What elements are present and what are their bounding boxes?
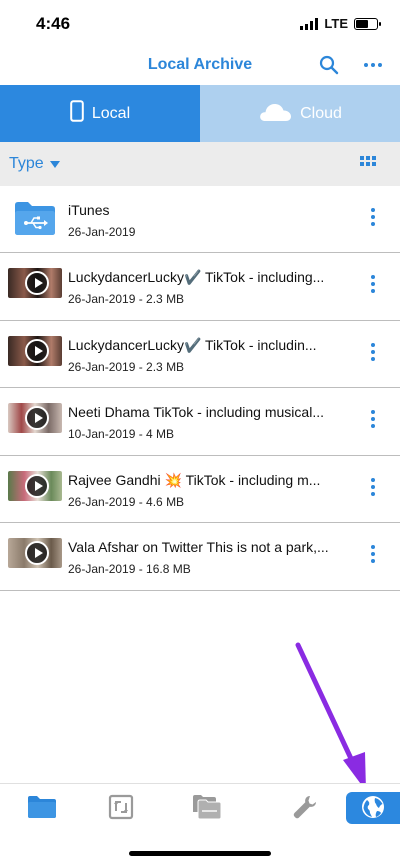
more-horizontal-icon[interactable] bbox=[362, 56, 384, 74]
play-icon bbox=[25, 473, 49, 498]
more-vertical-icon[interactable] bbox=[366, 342, 380, 363]
file-name: LuckydancerLucky✔️ TikTok - including... bbox=[68, 269, 325, 285]
segment-cloud[interactable]: Cloud bbox=[200, 85, 400, 142]
file-name: Rajvee Gandhi 💥 TikTok - including m... bbox=[68, 471, 321, 488]
globe-icon[interactable] bbox=[352, 787, 394, 827]
video-thumbnail bbox=[8, 470, 62, 501]
list-item[interactable]: Neeti Dhama TikTok - including musical..… bbox=[0, 388, 400, 456]
more-vertical-icon[interactable] bbox=[366, 545, 380, 565]
file-meta: 26-Jan-2019 - 2.3 MB bbox=[68, 359, 185, 374]
search-icon[interactable] bbox=[318, 54, 340, 76]
play-icon bbox=[25, 541, 49, 565]
files-icon[interactable] bbox=[186, 787, 228, 827]
nav-bar: Local Archive bbox=[0, 48, 400, 84]
type-filter-button[interactable]: Type bbox=[9, 155, 60, 173]
video-thumbnail bbox=[8, 335, 62, 366]
file-meta: 26-Jan-2019 bbox=[68, 225, 136, 239]
file-name: Neeti Dhama TikTok - including musical..… bbox=[68, 404, 324, 420]
list-item[interactable]: iTunes 26-Jan-2019 bbox=[0, 186, 400, 253]
segment-local[interactable]: Local bbox=[0, 85, 200, 142]
grid-view-icon[interactable] bbox=[360, 156, 376, 170]
signal-icon bbox=[300, 17, 319, 30]
file-name: iTunes bbox=[68, 202, 110, 218]
file-name: LuckydancerLucky✔️ TikTok - includin... bbox=[68, 336, 317, 353]
file-meta: 26-Jan-2019 - 4.6 MB bbox=[68, 494, 185, 509]
status-bar: 4:46 LTE bbox=[0, 0, 400, 48]
type-filter-label: Type bbox=[9, 155, 44, 172]
play-icon bbox=[25, 271, 49, 295]
file-meta: 10-Jan-2019 - 4 MB bbox=[68, 427, 175, 441]
more-vertical-icon[interactable] bbox=[366, 208, 380, 228]
segment-local-label: Local bbox=[91, 104, 131, 122]
video-thumbnail bbox=[8, 403, 62, 433]
more-vertical-icon[interactable] bbox=[366, 477, 380, 498]
list-item[interactable]: Vala Afshar on Twitter This is not a par… bbox=[0, 523, 400, 591]
battery-icon bbox=[354, 17, 381, 30]
list-item[interactable]: LuckydancerLucky✔️ TikTok - including...… bbox=[0, 253, 400, 321]
play-icon bbox=[25, 406, 49, 430]
storage-segmented-control: Local Cloud bbox=[0, 85, 400, 142]
video-thumbnail bbox=[8, 268, 62, 298]
network-label: LTE bbox=[324, 16, 348, 31]
caret-down-icon bbox=[49, 160, 60, 168]
status-time: 4:46 bbox=[36, 14, 71, 33]
folder-icon[interactable] bbox=[21, 787, 63, 827]
cloud-icon bbox=[258, 100, 292, 127]
wrench-icon[interactable] bbox=[284, 787, 326, 827]
video-thumbnail bbox=[8, 538, 62, 568]
file-meta: 26-Jan-2019 - 16.8 MB bbox=[68, 562, 191, 576]
battery-level bbox=[356, 19, 368, 28]
more-vertical-icon[interactable] bbox=[366, 275, 380, 295]
play-icon bbox=[25, 338, 49, 363]
phone-icon bbox=[70, 100, 84, 127]
status-indicators: LTE bbox=[300, 16, 381, 31]
filter-bar: Type bbox=[0, 142, 400, 186]
page-title: Local Archive bbox=[147, 56, 253, 73]
file-meta: 26-Jan-2019 - 2.3 MB bbox=[68, 292, 185, 306]
file-list: iTunes 26-Jan-2019 LuckydancerLucky✔️ Ti… bbox=[0, 186, 400, 591]
more-vertical-icon[interactable] bbox=[366, 410, 380, 430]
list-item[interactable]: Rajvee Gandhi 💥 TikTok - including m... … bbox=[0, 455, 400, 523]
list-item[interactable]: LuckydancerLucky✔️ TikTok - includin... … bbox=[0, 320, 400, 388]
usb-folder-icon bbox=[14, 200, 56, 236]
transfer-icon[interactable] bbox=[100, 787, 142, 827]
file-name: Vala Afshar on Twitter This is not a par… bbox=[68, 539, 329, 555]
home-indicator bbox=[129, 851, 271, 856]
segment-cloud-label: Cloud bbox=[300, 104, 342, 122]
